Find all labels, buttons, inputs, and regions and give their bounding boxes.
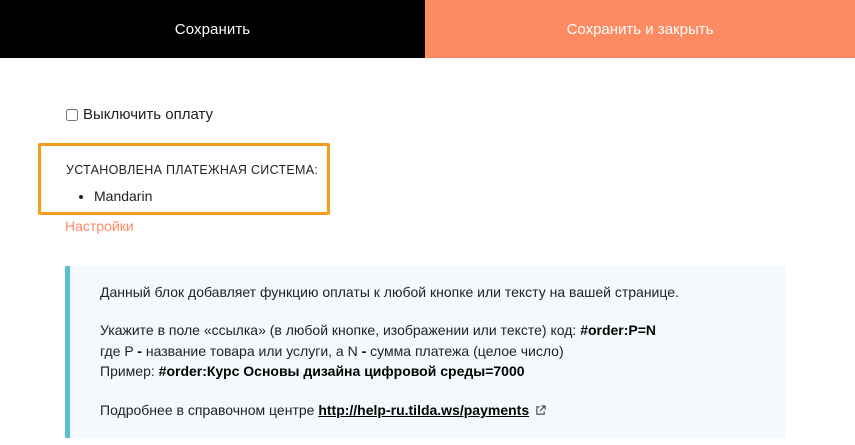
payment-system-heading: УСТАНОВЛЕНА ПЛАТЕЖНАЯ СИСТЕМА: bbox=[66, 163, 319, 177]
save-button[interactable]: Сохранить bbox=[0, 0, 425, 58]
example-code: #order:Курс Основы дизайна цифровой сред… bbox=[158, 363, 525, 379]
info-help-text: Подробнее в справочном центре bbox=[100, 402, 319, 418]
info-params-part: название товара или услуги, а N bbox=[145, 343, 362, 359]
disable-payment-checkbox[interactable] bbox=[66, 108, 78, 121]
disable-payment-row[interactable]: Выключить оплату bbox=[66, 106, 213, 123]
settings-link[interactable]: Настройки bbox=[65, 218, 134, 234]
info-panel: Данный блок добавляет функцию оплаты к л… bbox=[65, 266, 785, 438]
installed-payment-system-box: УСТАНОВЛЕНА ПЛАТЕЖНАЯ СИСТЕМА: Mandarin bbox=[38, 143, 330, 215]
info-description: Данный блок добавляет функцию оплаты к л… bbox=[100, 284, 679, 300]
save-and-close-button[interactable]: Сохранить и закрыть bbox=[425, 0, 855, 58]
info-instruction-text: Укажите в поле «ссылка» (в любой кнопке,… bbox=[100, 322, 581, 338]
info-params-dash: - bbox=[361, 343, 371, 359]
payment-system-list: Mandarin bbox=[94, 188, 152, 204]
info-help: Подробнее в справочном центре http://hel… bbox=[100, 401, 546, 419]
info-params-part: где P bbox=[100, 343, 138, 359]
external-link-icon[interactable] bbox=[535, 405, 546, 416]
info-params-dash: - bbox=[137, 343, 146, 359]
payment-system-item: Mandarin bbox=[94, 188, 152, 204]
info-instruction: Укажите в поле «ссылка» (в любой кнопке,… bbox=[100, 321, 656, 339]
top-toolbar: Сохранить Сохранить и закрыть bbox=[0, 0, 855, 58]
info-params-part: сумма платежа (целое число) bbox=[370, 343, 564, 359]
disable-payment-label: Выключить оплату bbox=[83, 106, 214, 123]
info-example-label: Пример: bbox=[100, 363, 159, 379]
order-code: #order:P=N bbox=[580, 322, 657, 338]
info-params: где P - название товара или услуги, а N … bbox=[100, 342, 564, 360]
help-center-link[interactable]: http://help-ru.tilda.ws/payments bbox=[318, 402, 529, 418]
info-example: Пример: #order:Курс Основы дизайна цифро… bbox=[100, 362, 525, 380]
